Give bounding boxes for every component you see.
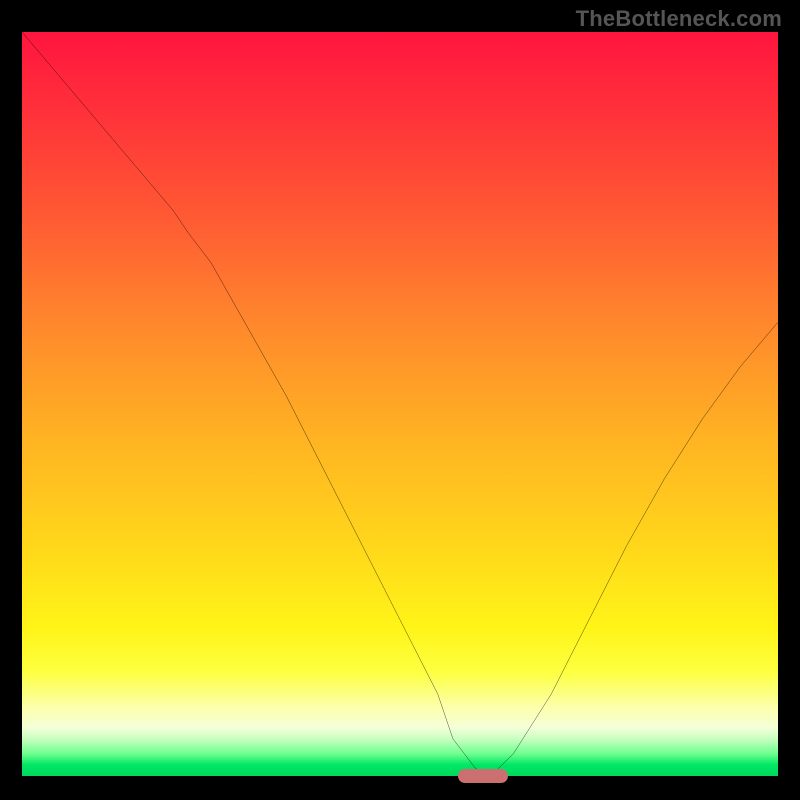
curve-path bbox=[22, 32, 778, 776]
optimum-marker bbox=[458, 769, 508, 783]
plot-area bbox=[22, 32, 778, 776]
bottleneck-curve bbox=[22, 32, 778, 776]
chart-frame: TheBottleneck.com bbox=[0, 0, 800, 800]
watermark-text: TheBottleneck.com bbox=[576, 6, 782, 32]
